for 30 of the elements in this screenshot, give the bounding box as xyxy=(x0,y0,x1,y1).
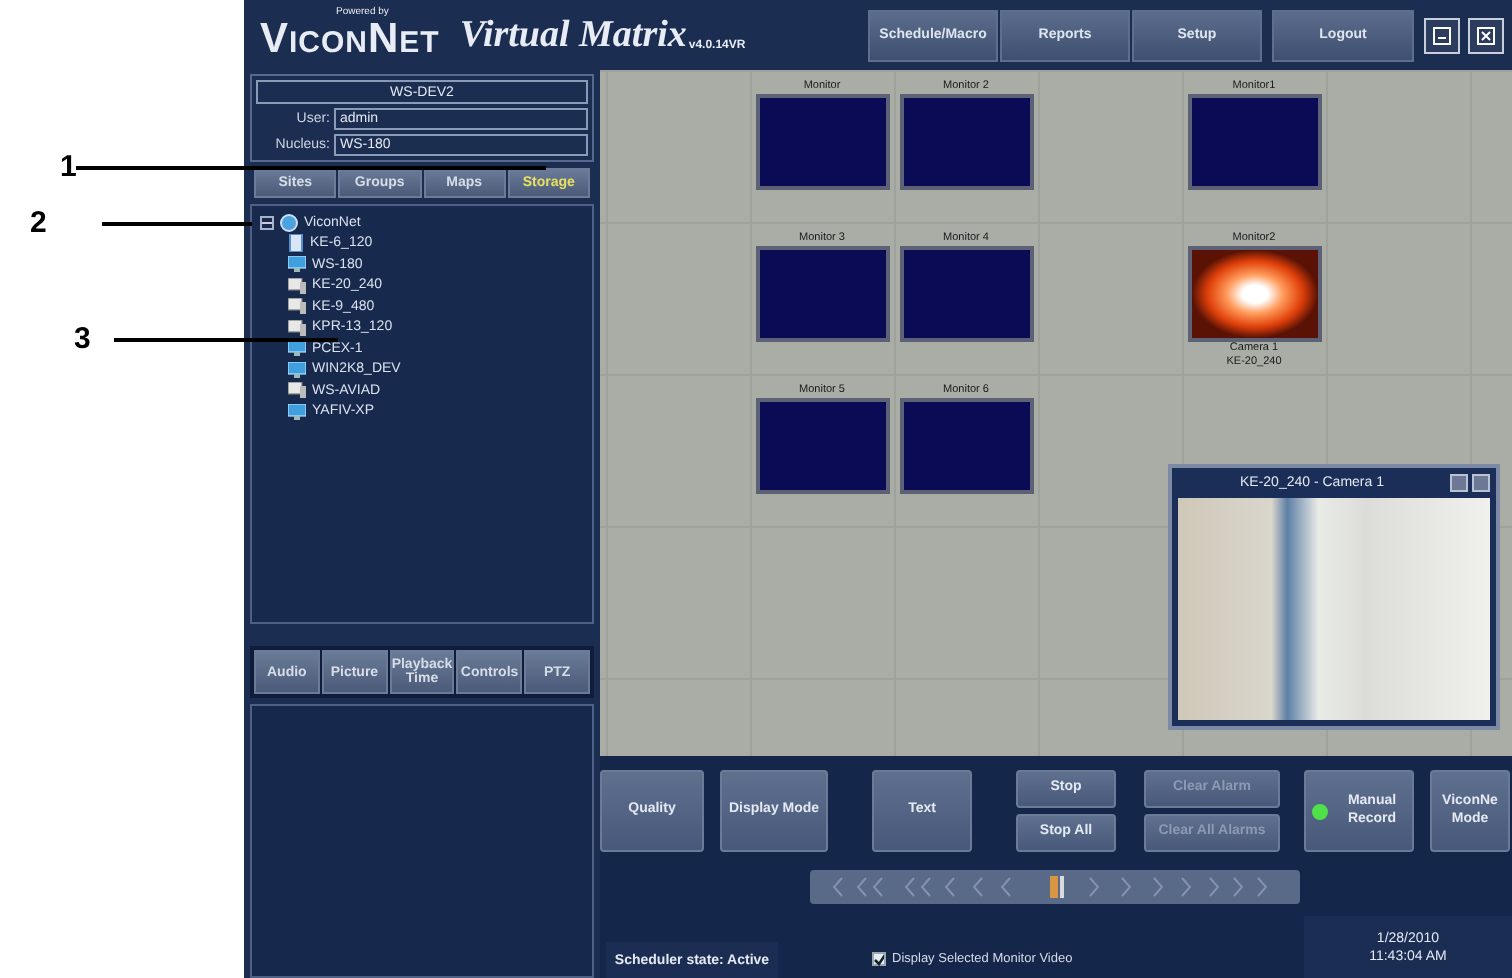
monitor[interactable] xyxy=(755,398,889,494)
monitor[interactable] xyxy=(1187,94,1321,190)
close-button[interactable] xyxy=(1468,17,1504,53)
callout-number: 1 xyxy=(60,150,77,184)
live-monitor[interactable] xyxy=(1187,246,1321,342)
app-title: Virtual Matrix xyxy=(459,13,687,57)
computer-icon xyxy=(288,277,306,294)
close-icon xyxy=(1476,25,1496,45)
shuttle-bar[interactable] xyxy=(810,870,1300,904)
computer-icon xyxy=(288,382,306,399)
maximize-button[interactable] xyxy=(1472,473,1490,491)
callout-number: 2 xyxy=(30,206,47,240)
monitor[interactable] xyxy=(899,398,1033,494)
computer-icon xyxy=(288,298,306,315)
monitor-icon xyxy=(288,361,306,378)
monitor[interactable] xyxy=(899,94,1033,190)
monitor-icon xyxy=(288,403,306,420)
globe-icon xyxy=(280,213,298,232)
checkbox[interactable] xyxy=(872,952,886,966)
computer-icon xyxy=(288,319,306,336)
monitor[interactable] xyxy=(755,246,889,342)
minimize-button[interactable] xyxy=(1424,17,1460,53)
monitor[interactable] xyxy=(755,94,889,190)
minimize-icon xyxy=(1432,25,1452,45)
monitor[interactable] xyxy=(899,246,1033,342)
monitor-icon xyxy=(288,256,306,273)
collapse-icon[interactable] xyxy=(260,215,274,230)
server-icon xyxy=(288,234,304,253)
minimize-button[interactable] xyxy=(1450,473,1468,491)
callout-number: 3 xyxy=(74,322,91,356)
